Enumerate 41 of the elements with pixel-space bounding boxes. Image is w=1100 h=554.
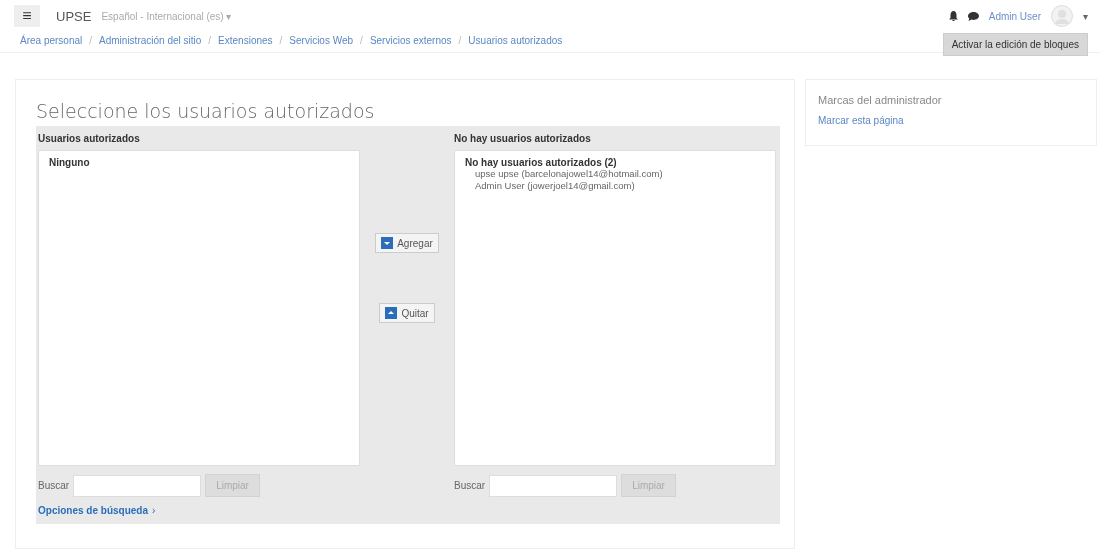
breadcrumb-separator: / — [360, 34, 363, 46]
user-listbox[interactable]: No hay usuarios autorizados (2) upse upse (barcelonajowel14@hotmail.com) Admin User (jowerjoel14@gmail.com) — [454, 150, 776, 466]
menu-button[interactable]: ≡ — [14, 5, 40, 27]
breadcrumb-separator: / — [89, 34, 93, 46]
bookmark-link[interactable]: Marcar esta página — [818, 115, 904, 126]
block-title: Marcas del administrador — [818, 94, 943, 106]
user-menu[interactable]: Admin User — [988, 10, 1041, 22]
breadcrumb-link[interactable]: Área personal — [20, 34, 83, 46]
breadcrumb-separator: / — [208, 34, 212, 46]
breadcrumb-separator: / — [458, 34, 462, 46]
search-field[interactable] — [489, 474, 618, 497]
breadcrumb-link[interactable]: Servicios Web — [289, 34, 354, 46]
search-label: Buscar — [454, 480, 486, 491]
bell-icon[interactable] — [948, 11, 958, 21]
caret-icon[interactable]: ▾ — [1083, 10, 1088, 22]
list-group-label: Ninguno — [49, 157, 91, 168]
breadcrumb-link[interactable]: Extensiones — [218, 34, 273, 46]
chat-icon[interactable] — [967, 11, 979, 21]
arrow-up-icon — [385, 307, 398, 319]
arrow-down-icon — [381, 237, 394, 249]
breadcrumb-link[interactable]: Servicios externos — [369, 34, 452, 46]
search-options-link[interactable]: Opciones de búsqueda — [38, 505, 149, 516]
list-heading: No hay usuarios autorizados — [454, 132, 592, 146]
search-label: Buscar — [38, 480, 70, 491]
page-heading: Seleccione los usuarios autorizados — [36, 100, 376, 122]
caret-icon: › — [152, 505, 156, 516]
site-name[interactable]: UPSE — [56, 8, 92, 24]
add-button[interactable]: Agregar — [375, 233, 439, 253]
edit-blocks-button[interactable]: Activar la edición de bloques — [942, 32, 1088, 56]
list-option[interactable]: Admin User (jowerjoel14@gmail.com) — [465, 180, 765, 192]
avatar-icon[interactable] — [1051, 5, 1073, 27]
remove-button[interactable]: Quitar — [379, 303, 435, 323]
search-field[interactable] — [73, 474, 202, 497]
list-option[interactable]: upse upse (barcelonajowel14@hotmail.com) — [465, 168, 765, 180]
breadcrumb-link[interactable]: Administración del sitio — [99, 34, 202, 46]
language-menu[interactable]: Español - Internacional (es) ▾ — [101, 10, 232, 22]
list-heading: Usuarios autorizados — [38, 132, 141, 146]
breadcrumb-separator: / — [279, 34, 283, 46]
breadcrumb-link[interactable]: Usuarios autorizados — [468, 34, 563, 46]
user-listbox[interactable]: Ninguno — [38, 150, 360, 466]
list-group-label: No hay usuarios autorizados (2) — [465, 157, 618, 168]
